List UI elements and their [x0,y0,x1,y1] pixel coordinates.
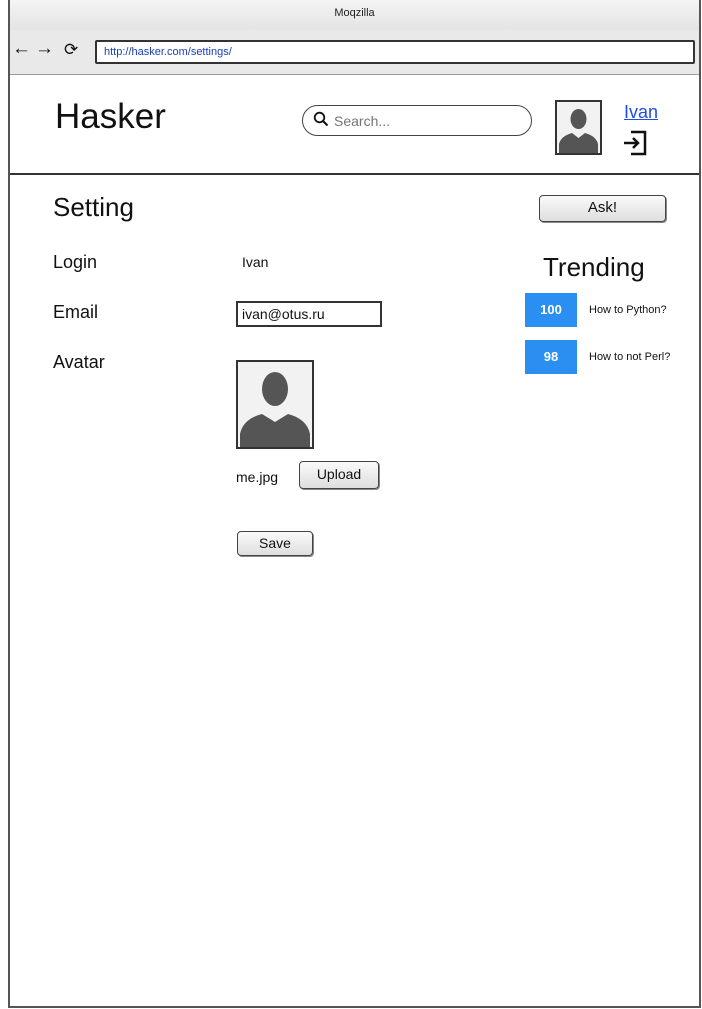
trending-item[interactable]: 98 How to not Perl? [525,340,695,374]
site-header: Hasker Ivan [10,75,699,175]
url-bar[interactable]: http://hasker.com/settings/ [95,40,695,64]
search-icon [313,111,329,131]
window-title: Moqzilla [10,0,699,30]
save-button[interactable]: Save [237,531,313,556]
back-arrow-icon[interactable]: ← [12,39,31,59]
person-icon [559,109,598,153]
avatar-label: Avatar [53,352,105,372]
trending-count-badge: 100 [525,293,577,327]
ask-button[interactable]: Ask! [539,195,666,222]
avatar-preview [236,360,314,449]
trending-count-badge: 98 [525,340,577,374]
trending-item[interactable]: 100 How to Python? [525,293,695,327]
reload-icon[interactable]: ⟳ [64,40,78,60]
trending-title: Trending [543,252,645,282]
upload-button[interactable]: Upload [299,461,379,489]
forward-arrow-icon[interactable]: → [35,39,54,59]
page-title: Setting [53,192,134,222]
login-value: Ivan [242,254,269,270]
user-avatar[interactable] [555,100,602,155]
trending-question-link[interactable]: How to Python? [589,293,667,327]
login-label: Login [53,252,98,272]
browser-navbar: ← → ⟳ http://hasker.com/settings/ [10,30,699,75]
site-logo[interactable]: Hasker [55,97,166,137]
person-icon [240,372,310,447]
search-input[interactable] [332,111,516,130]
email-label: Email [53,302,99,322]
search-box[interactable] [302,105,532,136]
trending-question-link[interactable]: How to not Perl? [589,340,670,374]
avatar-filename: me.jpg [236,469,279,485]
user-name-link[interactable]: Ivan [624,102,658,123]
email-field[interactable] [236,301,382,327]
logout-icon[interactable] [622,130,648,156]
browser-window: Moqzilla ← → ⟳ http://hasker.com/setting… [8,0,701,1008]
